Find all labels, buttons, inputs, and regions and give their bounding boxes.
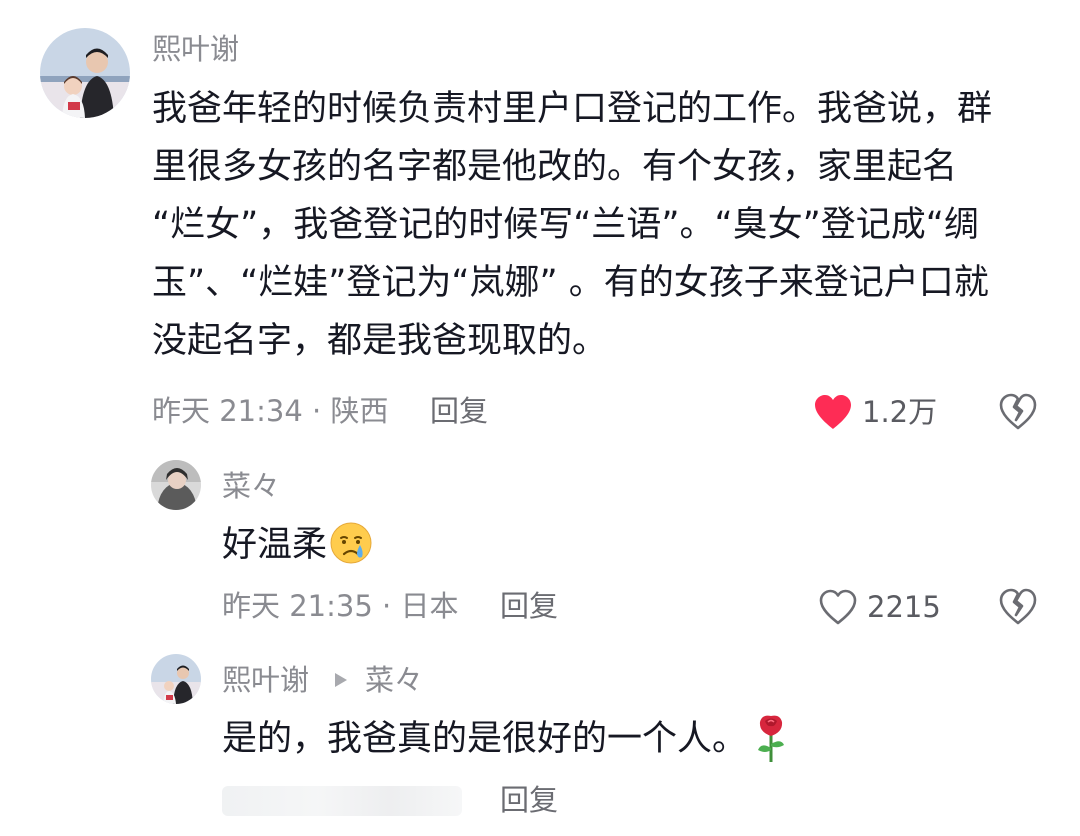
heart-icon[interactable] [813,394,853,430]
comment-text-line: “烂女”，我爸登记的时候写“兰语”。“臭女”登记成“绸 [152,205,979,245]
comment-text: 好温柔 [222,516,373,574]
comment-meta: 昨天 21:35 · 日本 [222,589,459,623]
avatar[interactable] [151,460,201,510]
reply-button[interactable]: 回复 [500,592,558,621]
like-count: 2215 [867,590,941,624]
comment-meta: 昨天 21:34 · 陕西 [152,394,389,428]
comment-text: 是的，我爸真的是很好的一个人。 [222,710,789,768]
comment-text-body: 是的，我爸真的是很好的一个人。 [222,719,748,759]
comment-text-line: 玉”、“烂娃”登记为“岚娜” 。有的女孩子来登记户口就 [152,263,989,303]
comment-username[interactable]: 菜々 [222,472,280,501]
rose-emoji [753,712,789,764]
broken-heart-icon[interactable] [998,393,1038,431]
comment-text: 我爸年轻的时候负责村里户口登记的工作。我爸说，群 里很多女孩的名字都是他改的。有… [152,80,992,370]
avatar[interactable] [151,654,201,704]
comment-text-line: 我爸年轻的时候负责村里户口登记的工作。我爸说，群 [152,89,993,129]
blurred-meta [222,786,462,816]
reply-button[interactable]: 回复 [500,786,558,815]
comment-username[interactable]: 熙叶谢 [222,666,309,695]
reply-to-username[interactable]: 菜々 [365,666,423,695]
triangle-right-icon [333,671,349,689]
comment-text-line: 没起名字，都是我爸现取的。 [152,321,608,361]
reply-button[interactable]: 回复 [430,397,488,426]
broken-heart-icon[interactable] [998,588,1038,626]
heart-icon[interactable] [818,589,858,625]
comment-username[interactable]: 熙叶谢 [152,35,239,64]
avatar[interactable] [40,28,130,118]
crying-face-emoji [329,521,373,565]
like-count: 1.2万 [862,395,938,429]
comment-text-line: 里很多女孩的名字都是他改的。有个女孩，家里起名 [152,147,958,187]
comment-text-body: 好温柔 [222,525,328,565]
